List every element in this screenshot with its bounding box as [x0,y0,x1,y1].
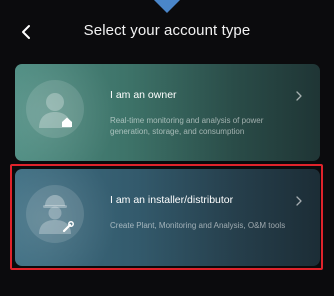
installer-account-card[interactable]: I am an installer/distributor Create Pla… [15,169,320,266]
top-indicator-icon [150,0,184,14]
installer-card-description: Create Plant, Monitoring and Analysis, O… [110,221,286,230]
owner-avatar [26,80,84,138]
header: Select your account type [0,16,334,50]
person-home-icon [39,93,72,128]
owner-account-card[interactable]: I am an owner Real-time monitoring and a… [15,64,320,161]
installer-avatar [26,185,84,243]
owner-card-title: I am an owner [110,89,177,101]
chevron-right-icon [296,196,302,206]
owner-card-description: Real-time monitoring and analysis of pow… [110,116,264,136]
installer-card-title: I am an installer/distributor [110,194,234,206]
worker-helmet-icon [39,195,74,234]
page-title: Select your account type [83,22,251,39]
chevron-right-icon [296,91,302,101]
